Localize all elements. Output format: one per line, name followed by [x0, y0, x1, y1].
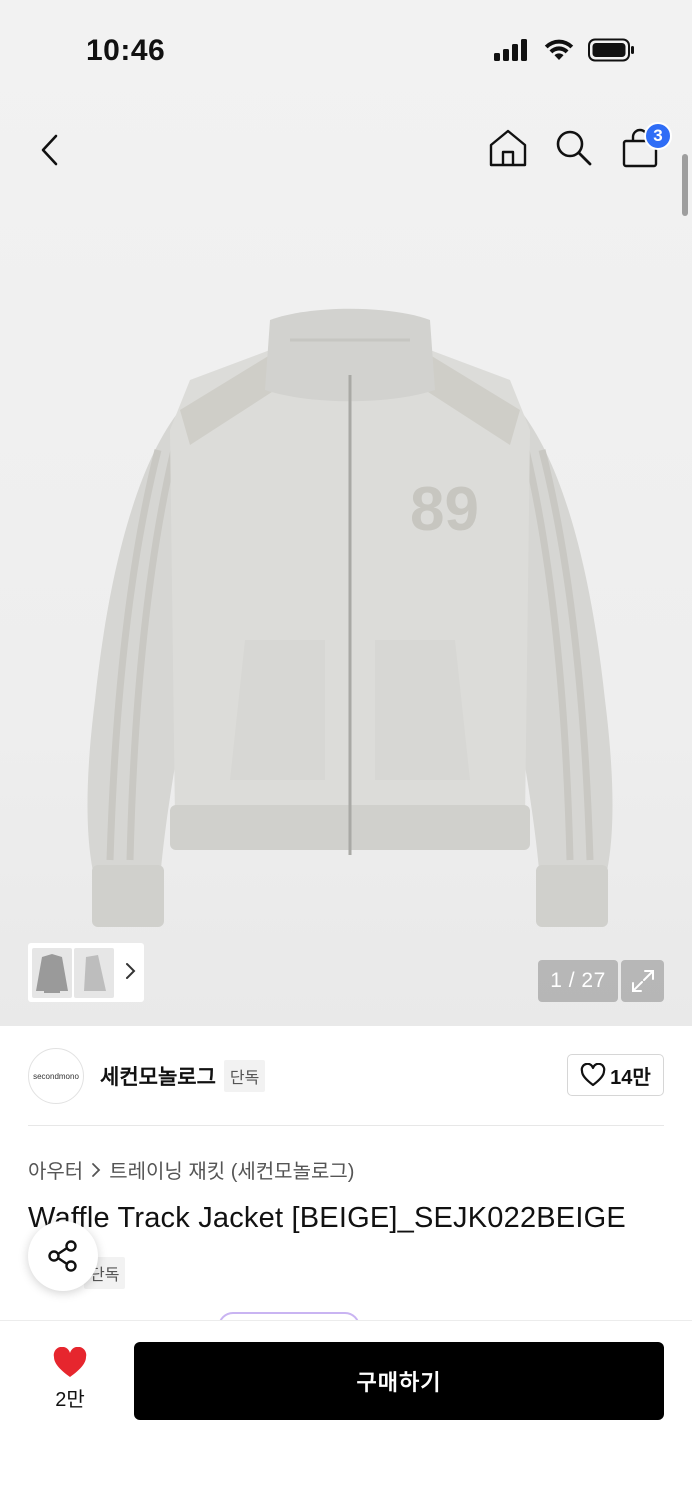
thumbnail-strip[interactable] [28, 943, 144, 1002]
product-image[interactable]: 89 [70, 300, 630, 940]
heart-filled-icon [53, 1347, 87, 1377]
store-like-count: 14만 [610, 1066, 651, 1089]
thumbnail-jacket-front [36, 953, 68, 993]
search-button[interactable] [552, 126, 596, 170]
chevron-right-icon[interactable] [122, 961, 138, 981]
product-gallery[interactable]: 10:46 3 89 1 / 27 [0, 0, 692, 1026]
chevron-left-icon [41, 134, 58, 166]
battery-icon [588, 38, 634, 62]
status-time: 10:46 [86, 34, 166, 67]
expand-icon [631, 970, 654, 992]
svg-text:89: 89 [410, 475, 479, 544]
thumbnail-jacket-side [84, 954, 106, 991]
wish-count: 2만 [55, 1389, 85, 1411]
home-button[interactable] [486, 126, 530, 170]
home-icon [489, 129, 527, 167]
expand-button[interactable] [621, 960, 664, 1002]
cart-button[interactable]: 3 [618, 122, 672, 170]
search-icon [556, 130, 592, 166]
wifi-icon [544, 39, 574, 60]
thumbnail-2[interactable] [74, 947, 114, 998]
share-icon [48, 1240, 77, 1272]
store-row[interactable]: secondmono 세컨모놀로그 단독 14만 [28, 1046, 664, 1106]
status-icons [494, 38, 636, 62]
product-title: Waffle Track Jacket [BEIGE]_SEJK022BEIGE [28, 1202, 626, 1234]
bottom-action-bar: 2만 구매하기 [0, 1320, 692, 1500]
breadcrumb-item-subcategory[interactable]: 트레이닝 재킷 (세컨모놀로그) [109, 1155, 354, 1184]
thumbnail-1[interactable] [32, 947, 72, 998]
status-bar: 10:46 [0, 0, 692, 100]
store-name[interactable]: 세컨모놀로그 [100, 1061, 216, 1091]
divider [28, 1125, 664, 1126]
scroll-indicator[interactable] [682, 154, 688, 216]
store-logo[interactable]: secondmono [28, 1048, 84, 1104]
chevron-right-icon [89, 1161, 103, 1179]
breadcrumb-item-category[interactable]: 아우터 [28, 1155, 83, 1184]
signal-icon [494, 39, 527, 61]
buy-button[interactable]: 구매하기 [134, 1342, 664, 1420]
exclusive-badge: 단독 [223, 1060, 266, 1092]
store-like-button[interactable]: 14만 [567, 1054, 664, 1096]
breadcrumb: 아우터 트레이닝 재킷 (세컨모놀로그) [28, 1155, 354, 1184]
share-button[interactable] [28, 1221, 98, 1291]
heart-outline-icon [580, 1063, 606, 1087]
cart-badge: 3 [644, 122, 672, 150]
header-actions: 3 [486, 122, 672, 170]
back-button[interactable] [30, 128, 70, 172]
wish-button[interactable]: 2만 [30, 1347, 110, 1417]
image-counter: 1 / 27 [538, 960, 618, 1002]
